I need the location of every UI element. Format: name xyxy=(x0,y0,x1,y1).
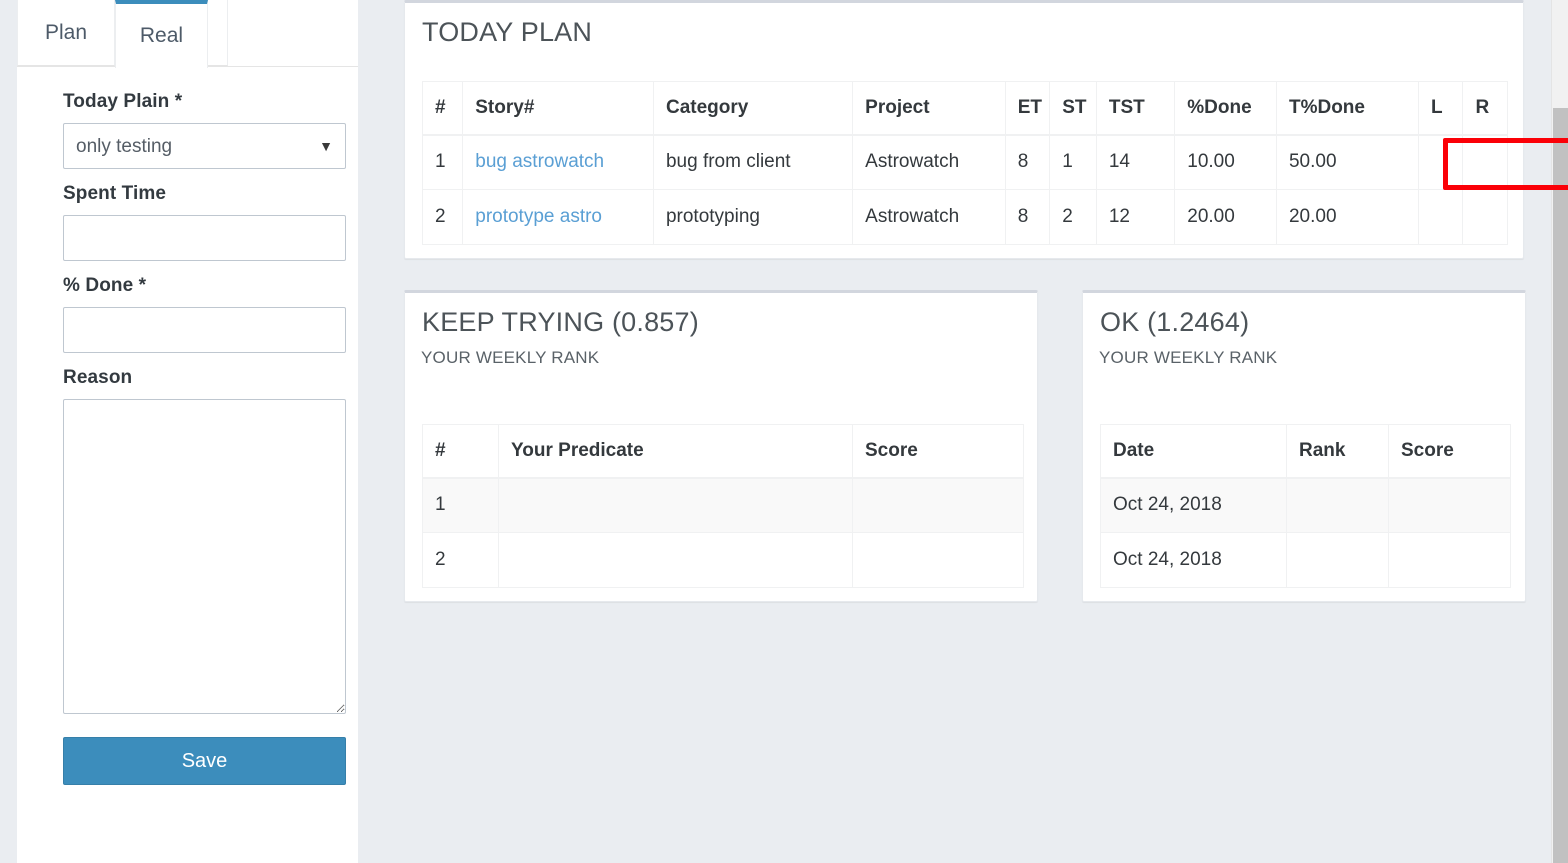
col-l: L xyxy=(1418,82,1463,135)
col-date: Date xyxy=(1101,425,1287,478)
ok-rank-table: Date Rank Score Oct 24, 2018 Oct 24, 201… xyxy=(1100,424,1511,588)
sidebar: Plan Real Today Plain * only testing ▼ S… xyxy=(17,0,358,863)
col-predicate: Your Predicate xyxy=(499,425,853,478)
cell-score xyxy=(853,478,1024,533)
col-num: # xyxy=(423,82,463,135)
spent-time-label: Spent Time xyxy=(63,183,328,205)
col-r: R xyxy=(1463,82,1508,135)
ok-rank-title: OK (1.2464) xyxy=(1083,293,1525,338)
col-rank: Rank xyxy=(1287,425,1389,478)
keep-trying-table: # Your Predicate Score 1 2 xyxy=(422,424,1024,588)
cell-story: bug astrowatch xyxy=(463,135,654,190)
col-st: ST xyxy=(1050,82,1097,135)
story-link[interactable]: prototype astro xyxy=(475,206,602,227)
keep-trying-panel: KEEP TRYING (0.857) YOUR WEEKLY RANK # Y… xyxy=(404,290,1038,602)
cell-rank xyxy=(1287,533,1389,588)
tab-plan[interactable]: Plan xyxy=(17,0,115,66)
cell-done: 20.00 xyxy=(1175,190,1277,245)
tab-real-label: Real xyxy=(140,24,183,48)
cell-predicate xyxy=(499,478,853,533)
today-plan-header-row: # Story# Category Project ET ST TST %Don… xyxy=(423,82,1508,135)
today-plain-select-wrap: only testing ▼ xyxy=(63,123,346,169)
cell-score xyxy=(1389,478,1511,533)
table-row: 1 xyxy=(423,478,1024,533)
main-content: TODAY PLAN # Story# Category Project ET xyxy=(404,0,1538,863)
col-et: ET xyxy=(1005,82,1050,135)
cell-num: 1 xyxy=(423,478,499,533)
cell-category: bug from client xyxy=(653,135,852,190)
cell-date: Oct 24, 2018 xyxy=(1101,478,1287,533)
spent-time-input[interactable] xyxy=(63,215,346,261)
cell-num: 2 xyxy=(423,190,463,245)
cell-r xyxy=(1463,190,1508,245)
col-done: %Done xyxy=(1175,82,1277,135)
cell-rank xyxy=(1287,478,1389,533)
cell-st: 2 xyxy=(1050,190,1097,245)
tab-bar-filler xyxy=(208,0,228,66)
keep-trying-title: KEEP TRYING (0.857) xyxy=(405,293,1037,338)
real-form: Today Plain * only testing ▼ Spent Time … xyxy=(17,67,358,785)
ok-rank-header-row: Date Rank Score xyxy=(1101,425,1511,478)
keep-trying-subtitle: YOUR WEEKLY RANK xyxy=(405,338,1037,368)
cell-tdone: 50.00 xyxy=(1276,135,1418,190)
col-num: # xyxy=(423,425,499,478)
table-row: 1 bug astrowatch bug from client Astrowa… xyxy=(423,135,1508,190)
cell-category: prototyping xyxy=(653,190,852,245)
table-row: Oct 24, 2018 xyxy=(1101,533,1511,588)
today-plain-select[interactable]: only testing xyxy=(63,123,346,169)
cell-et: 8 xyxy=(1005,190,1050,245)
cell-r xyxy=(1463,135,1508,190)
cell-l xyxy=(1418,190,1463,245)
app-root: Plan Real Today Plain * only testing ▼ S… xyxy=(0,0,1568,863)
tab-real[interactable]: Real xyxy=(115,0,208,68)
col-category: Category xyxy=(653,82,852,135)
cell-predicate xyxy=(499,533,853,588)
cell-l xyxy=(1418,135,1463,190)
ok-rank-panel: OK (1.2464) YOUR WEEKLY RANK Date Rank S… xyxy=(1082,290,1526,602)
reason-textarea[interactable] xyxy=(63,399,346,714)
percent-done-input[interactable] xyxy=(63,307,346,353)
save-button[interactable]: Save xyxy=(63,737,346,785)
reason-label: Reason xyxy=(63,367,328,389)
col-story: Story# xyxy=(463,82,654,135)
cell-score xyxy=(1389,533,1511,588)
cell-score xyxy=(853,533,1024,588)
col-tdone: T%Done xyxy=(1276,82,1418,135)
vertical-scrollbar-thumb[interactable] xyxy=(1553,108,1568,863)
today-plan-title: TODAY PLAN xyxy=(405,3,1523,48)
cell-et: 8 xyxy=(1005,135,1050,190)
today-plain-label: Today Plain * xyxy=(63,91,328,113)
percent-done-label: % Done * xyxy=(63,275,328,297)
cell-st: 1 xyxy=(1050,135,1097,190)
cell-project: Astrowatch xyxy=(853,135,1006,190)
cell-date: Oct 24, 2018 xyxy=(1101,533,1287,588)
cell-project: Astrowatch xyxy=(853,190,1006,245)
table-row: 2 prototype astro prototyping Astrowatch… xyxy=(423,190,1508,245)
today-plan-table: # Story# Category Project ET ST TST %Don… xyxy=(422,81,1508,245)
table-row: Oct 24, 2018 xyxy=(1101,478,1511,533)
cell-tst: 14 xyxy=(1096,135,1174,190)
vertical-scrollbar-track[interactable] xyxy=(1551,0,1568,863)
table-row: 2 xyxy=(423,533,1024,588)
col-tst: TST xyxy=(1096,82,1174,135)
keep-trying-header-row: # Your Predicate Score xyxy=(423,425,1024,478)
tab-plan-label: Plan xyxy=(45,21,87,45)
cell-done: 10.00 xyxy=(1175,135,1277,190)
col-score: Score xyxy=(853,425,1024,478)
cell-tst: 12 xyxy=(1096,190,1174,245)
col-project: Project xyxy=(853,82,1006,135)
cell-tdone: 20.00 xyxy=(1276,190,1418,245)
story-link[interactable]: bug astrowatch xyxy=(475,151,604,172)
ok-rank-subtitle: YOUR WEEKLY RANK xyxy=(1083,338,1525,368)
tab-bar: Plan Real xyxy=(17,0,358,67)
cell-story: prototype astro xyxy=(463,190,654,245)
col-score: Score xyxy=(1389,425,1511,478)
cell-num: 2 xyxy=(423,533,499,588)
today-plan-panel: TODAY PLAN # Story# Category Project ET xyxy=(404,0,1524,259)
cell-num: 1 xyxy=(423,135,463,190)
